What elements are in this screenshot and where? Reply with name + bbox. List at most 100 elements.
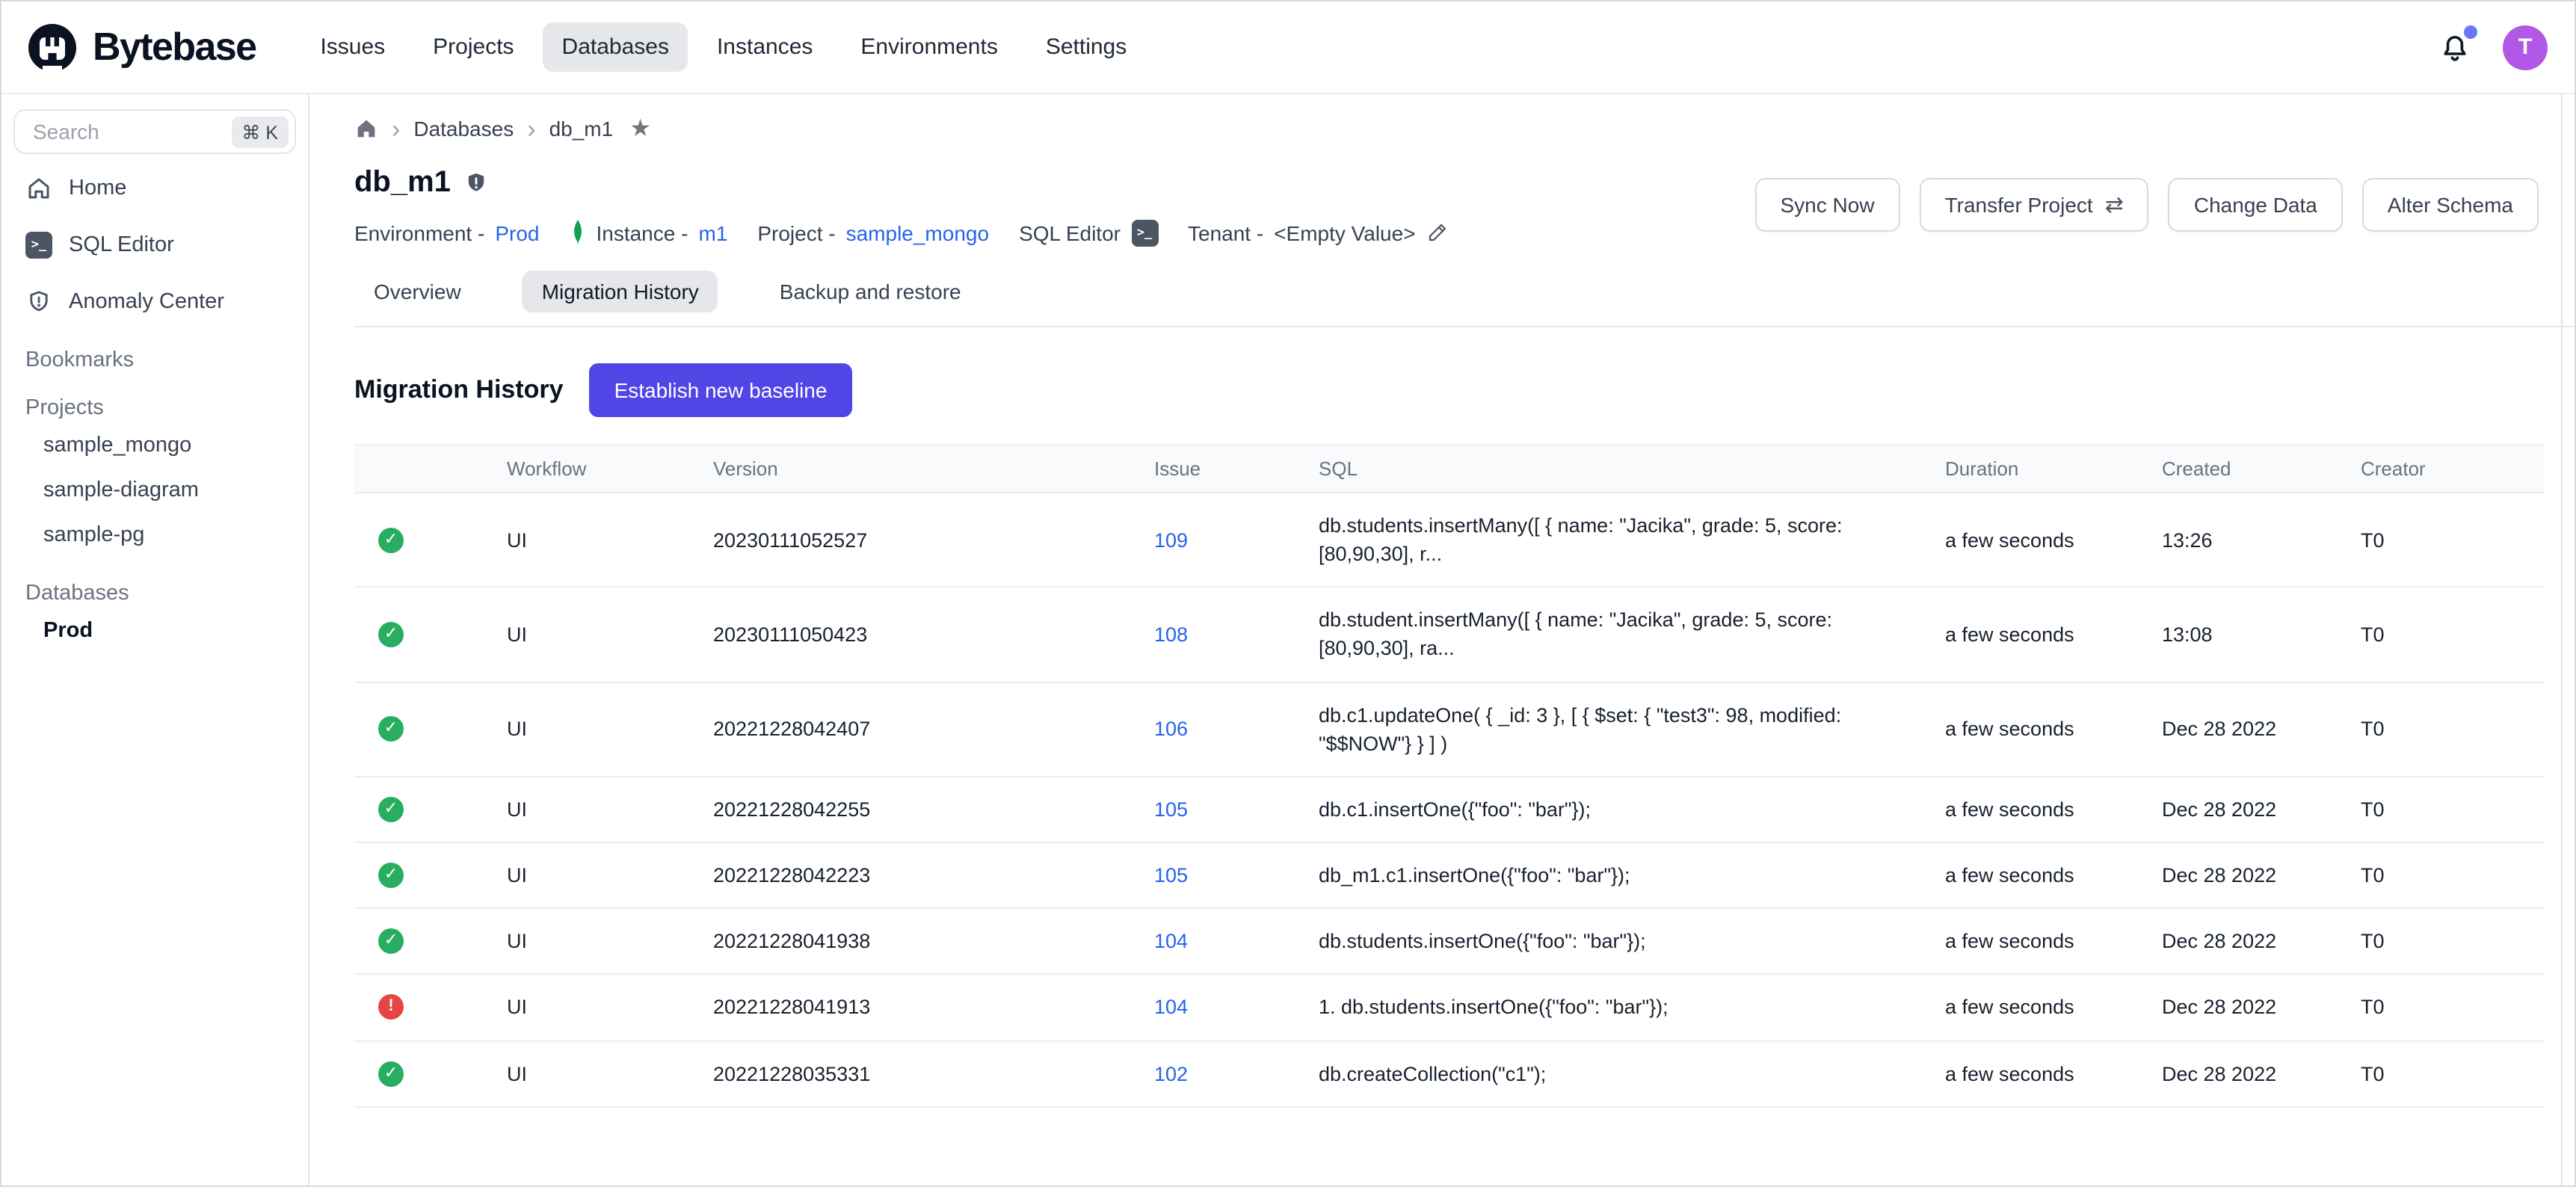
version-cell: 20221228042223: [713, 843, 1154, 907]
sync-now-button[interactable]: Sync Now: [1755, 178, 1900, 232]
version-cell: 20221228042407: [713, 697, 1154, 761]
nav-item-projects[interactable]: Projects: [413, 22, 533, 72]
sidebar-item-sample-pg[interactable]: sample-pg: [13, 513, 296, 558]
status-success-icon: ✓: [378, 717, 404, 742]
notification-dot: [2464, 25, 2477, 38]
sidebar-item-sql-editor[interactable]: >_ SQL Editor: [13, 223, 296, 268]
sql-cell: db.student.insertMany([ { name: "Jacika"…: [1319, 588, 1945, 682]
topbar-right: T: [2437, 25, 2548, 70]
nav-item-environments[interactable]: Environments: [841, 22, 1017, 72]
search-input[interactable]: [30, 118, 231, 145]
created-cell: Dec 28 2022: [2162, 1041, 2361, 1106]
alter-schema-button[interactable]: Alter Schema: [2362, 178, 2539, 232]
migration-row: ✓ UI 20221228042223 105 db_m1.c1.insertO…: [354, 843, 2545, 909]
duration-cell: a few seconds: [1945, 602, 2162, 667]
bytebase-logo-icon: [25, 20, 79, 74]
tab-overview[interactable]: Overview: [354, 271, 481, 312]
top-navigation-bar: Bytebase Issues Projects Databases Insta…: [1, 1, 2575, 94]
tab-backup-and-restore[interactable]: Backup and restore: [760, 271, 981, 312]
duration-cell: a few seconds: [1945, 843, 2162, 907]
workflow-cell: UI: [507, 697, 713, 761]
migration-history-section: Migration History Establish new baseline…: [354, 327, 2575, 1107]
status-success-icon: ✓: [378, 797, 404, 822]
chevron-right-icon: ›: [392, 116, 400, 141]
sidebar-item-home[interactable]: Home: [13, 166, 296, 211]
issue-link[interactable]: 108: [1154, 623, 1188, 646]
version-cell: 20221228035331: [713, 1041, 1154, 1106]
status-cell: ✓: [354, 911, 507, 972]
databases-list: Prod: [13, 608, 296, 653]
nav-item-databases[interactable]: Databases: [543, 22, 688, 72]
command-k-shortcut-badge: ⌘ K: [231, 116, 289, 147]
nav-item-settings[interactable]: Settings: [1026, 22, 1146, 72]
workflow-cell: UI: [507, 975, 713, 1040]
breadcrumb-item-databases[interactable]: Databases: [413, 117, 514, 141]
sidebar-item-sample-mongo[interactable]: sample_mongo: [13, 423, 296, 468]
environment-link[interactable]: Prod: [495, 221, 539, 244]
duration-cell: a few seconds: [1945, 697, 2162, 761]
migration-row: ✓ UI 20221228042255 105 db.c1.insertOne(…: [354, 777, 2545, 843]
nav-item-instances[interactable]: Instances: [697, 22, 832, 72]
issue-link[interactable]: 105: [1154, 864, 1188, 887]
project-link[interactable]: sample_mongo: [846, 221, 989, 244]
top-nav-links: Issues Projects Databases Instances Envi…: [301, 22, 1146, 72]
status-cell: ✓: [354, 779, 507, 840]
status-cell: ✓: [354, 699, 507, 760]
duration-cell: a few seconds: [1945, 975, 2162, 1040]
bytebase-window: Bytebase Issues Projects Databases Insta…: [0, 0, 2576, 1187]
version-cell: 20221228042255: [713, 777, 1154, 842]
duration-cell: a few seconds: [1945, 508, 2162, 572]
terminal-icon: >_: [25, 232, 52, 259]
created-cell: 13:08: [2162, 602, 2361, 667]
action-buttons: Sync Now Transfer Project ⇄ Change Data …: [1755, 178, 2539, 232]
issue-link[interactable]: 106: [1154, 718, 1188, 740]
sidebar-item-prod[interactable]: Prod: [13, 608, 296, 653]
bytebase-logo[interactable]: Bytebase: [25, 20, 256, 74]
migration-row: ✓ UI 20221228041938 104 db.students.inse…: [354, 910, 2545, 975]
sql-editor-shortcut[interactable]: SQL Editor >_: [1019, 219, 1158, 246]
issue-link[interactable]: 109: [1154, 528, 1188, 551]
version-cell: 20221228041913: [713, 975, 1154, 1040]
workflow-cell: UI: [507, 910, 713, 974]
status-success-icon: ✓: [378, 863, 404, 888]
workflow-cell: UI: [507, 843, 713, 907]
workflow-column-header: Workflow: [507, 445, 713, 492]
sidebar-item-sample-diagram[interactable]: sample-diagram: [13, 468, 296, 513]
status-error-icon: !: [378, 995, 404, 1020]
issue-link[interactable]: 102: [1154, 1062, 1188, 1085]
sql-cell: db_m1.c1.insertOne({"foo": "bar"});: [1319, 843, 1945, 907]
creator-cell: T0: [2361, 777, 2545, 842]
avatar[interactable]: T: [2503, 25, 2548, 70]
migration-table: Workflow Version Issue SQL Duration Crea…: [354, 444, 2545, 1107]
creator-column-header: Creator: [2361, 445, 2545, 492]
search-box[interactable]: ⌘ K: [13, 109, 296, 154]
migration-row: ✓ UI 20230111052527 109 db.students.inse…: [354, 493, 2545, 588]
bookmark-star-icon[interactable]: ★: [629, 114, 651, 144]
version-column-header: Version: [713, 445, 1154, 492]
notifications-button[interactable]: [2437, 29, 2473, 65]
instance-link[interactable]: m1: [698, 221, 727, 244]
project-meta: Project - sample_mongo: [757, 221, 989, 244]
issue-link[interactable]: 104: [1154, 931, 1188, 953]
change-data-button[interactable]: Change Data: [2169, 178, 2343, 232]
creator-cell: T0: [2361, 1041, 2545, 1106]
created-cell: 13:26: [2162, 508, 2361, 572]
home-breadcrumb-icon[interactable]: [354, 117, 378, 141]
nav-item-issues[interactable]: Issues: [301, 22, 404, 72]
sidebar-item-anomaly-center[interactable]: Anomaly Center: [13, 280, 296, 324]
creator-cell: T0: [2361, 910, 2545, 974]
created-cell: Dec 28 2022: [2162, 697, 2361, 761]
tab-migration-history[interactable]: Migration History: [523, 271, 718, 312]
duration-cell: a few seconds: [1945, 777, 2162, 842]
edit-pencil-icon[interactable]: [1426, 221, 1449, 244]
transfer-project-button[interactable]: Transfer Project ⇄: [1920, 178, 2149, 232]
issue-link[interactable]: 105: [1154, 798, 1188, 821]
establish-baseline-button[interactable]: Establish new baseline: [589, 363, 853, 417]
issue-link[interactable]: 104: [1154, 996, 1188, 1019]
sidebar-section-bookmarks: Bookmarks: [13, 348, 296, 372]
brand-name: Bytebase: [93, 24, 256, 70]
status-success-icon: ✓: [378, 1061, 404, 1086]
transfer-arrows-icon: ⇄: [2105, 191, 2124, 218]
workflow-cell: UI: [507, 1041, 713, 1106]
scrollbar-track[interactable]: [2561, 94, 2563, 1186]
